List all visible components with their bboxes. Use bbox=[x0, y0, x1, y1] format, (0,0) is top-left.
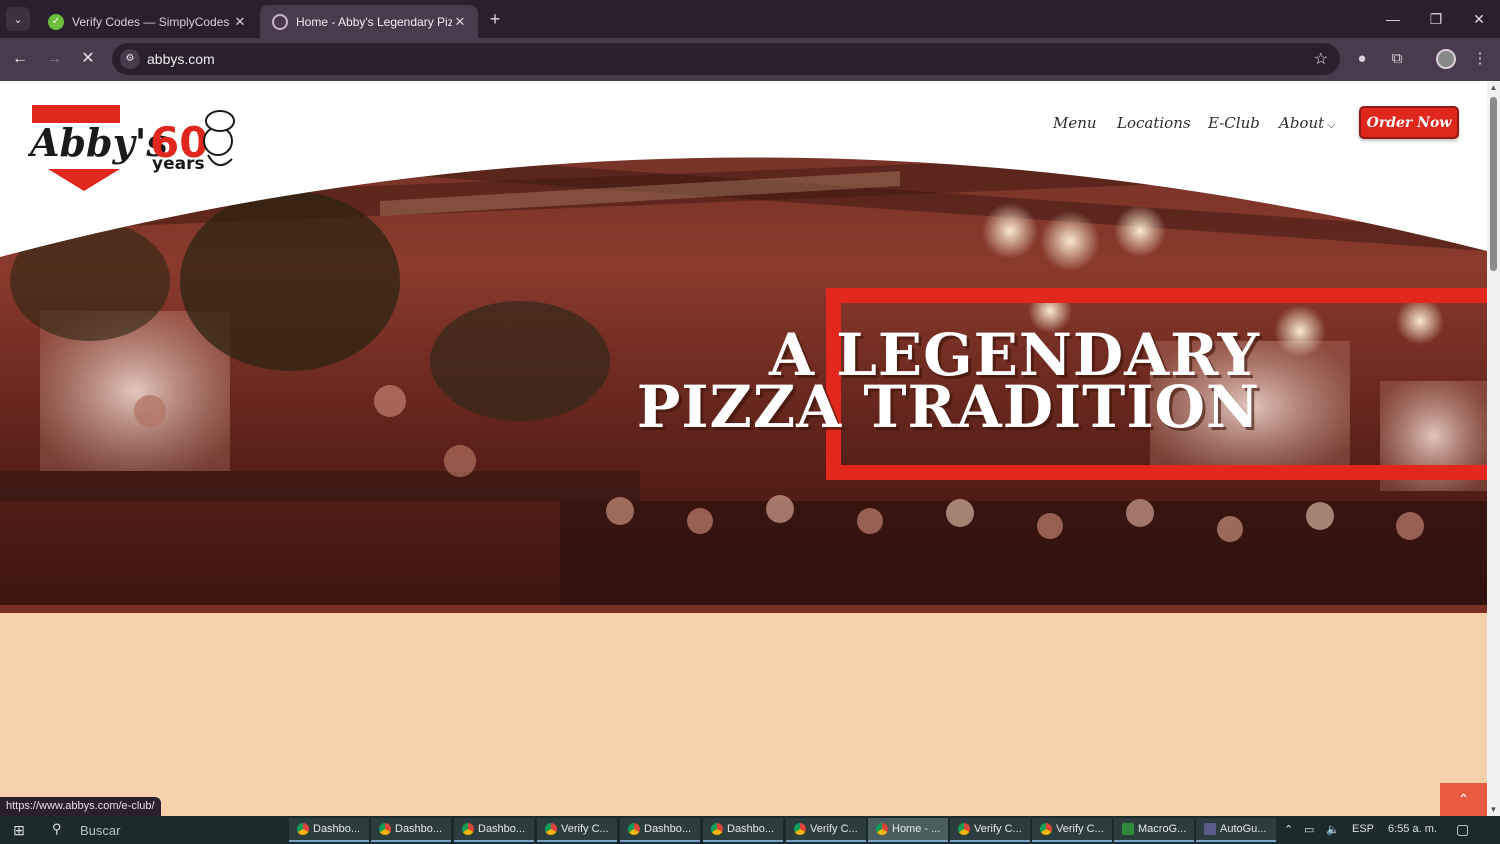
chrome-icon bbox=[794, 823, 806, 835]
loading-favicon-icon bbox=[272, 13, 288, 30]
taskbar-item[interactable]: Dashbo... bbox=[289, 818, 369, 842]
close-window-icon[interactable]: ✕ bbox=[1468, 8, 1490, 30]
stop-loading-icon[interactable]: ✕ bbox=[77, 48, 99, 70]
kebab-menu-icon[interactable]: ⋮ bbox=[1469, 48, 1491, 70]
link-status-url: https://www.abbys.com/e-club/ bbox=[0, 797, 161, 816]
browser-tabstrip: ⌄ ✓ Verify Codes — SimplyCodes ✕ Home - … bbox=[0, 0, 1500, 38]
hero-headline-line2: PIZZA TRADITION bbox=[636, 373, 1260, 441]
web-page: Abby's 60 years Menu Locations E-Club Ab… bbox=[0, 81, 1487, 816]
tab-search-chevron-icon[interactable]: ⌄ bbox=[6, 7, 30, 31]
taskbar-item[interactable]: Dashbo... bbox=[703, 818, 783, 842]
search-icon[interactable]: ⚲ bbox=[52, 821, 62, 837]
logo-anniversary-word: years bbox=[152, 154, 205, 174]
volume-icon[interactable]: 🔈 bbox=[1326, 823, 1340, 836]
page-scrollbar[interactable]: ▲ ▼ bbox=[1487, 81, 1500, 816]
back-arrow-icon[interactable]: ← bbox=[9, 48, 31, 70]
autogui-icon bbox=[1204, 823, 1216, 835]
scroll-up-arrow-icon[interactable]: ▲ bbox=[1489, 83, 1498, 92]
back-to-top-button[interactable]: ⌃ bbox=[1440, 783, 1487, 816]
taskbar-search-input[interactable]: Buscar bbox=[80, 823, 120, 838]
notifications-icon[interactable]: ▢ bbox=[1456, 821, 1469, 838]
taskbar-item[interactable]: AutoGu... bbox=[1196, 818, 1276, 842]
taskbar-item-label: AutoGu... bbox=[1220, 823, 1267, 835]
taskbar-item-label: Dashbo... bbox=[395, 823, 443, 835]
extension-blob-icon[interactable]: ● bbox=[1351, 48, 1373, 70]
site-info-icon[interactable]: ⚙ bbox=[120, 49, 140, 69]
taskbar-item[interactable]: Verify C... bbox=[950, 818, 1030, 842]
tab-close-icon[interactable]: ✕ bbox=[452, 14, 468, 30]
chrome-icon bbox=[1040, 823, 1052, 835]
new-tab-plus-icon[interactable]: + bbox=[484, 8, 506, 30]
chrome-icon bbox=[297, 823, 309, 835]
chrome-icon bbox=[379, 823, 391, 835]
taskbar-item[interactable]: Verify C... bbox=[786, 818, 866, 842]
clock[interactable]: 6:55 a. m. bbox=[1388, 823, 1437, 835]
macro-icon bbox=[1122, 823, 1134, 835]
address-bar-url[interactable]: abbys.com bbox=[147, 51, 215, 67]
chrome-icon bbox=[876, 823, 888, 835]
taskbar-item-label: Dashbo... bbox=[727, 823, 775, 835]
taskbar-item[interactable]: MacroG... bbox=[1114, 818, 1194, 842]
restore-icon[interactable]: ❐ bbox=[1425, 8, 1447, 30]
network-icon[interactable]: ▭ bbox=[1304, 823, 1314, 836]
start-windows-icon[interactable]: ⊞ bbox=[10, 822, 28, 838]
abbys-60-years-logo[interactable]: Abby's 60 years bbox=[28, 101, 243, 193]
taskbar-item[interactable]: Verify C... bbox=[1032, 818, 1112, 842]
nav-menu-link[interactable]: Menu bbox=[1053, 114, 1097, 132]
hero-headline: A LEGENDARY PIZZA TRADITION bbox=[560, 326, 1260, 441]
nav-about-label: About bbox=[1279, 114, 1325, 132]
taskbar-item[interactable]: Dashbo... bbox=[371, 818, 451, 842]
taskbar-item-label: Verify C... bbox=[561, 823, 609, 835]
taskbar-item-label: Dashbo... bbox=[478, 823, 526, 835]
taskbar-item-label: Verify C... bbox=[1056, 823, 1104, 835]
taskbar-item[interactable]: Verify C... bbox=[537, 818, 617, 842]
logo-wordmark: Abby's bbox=[28, 120, 168, 165]
tray-chevron-up-icon[interactable]: ⌃ bbox=[1284, 823, 1293, 836]
order-now-button[interactable]: Order Now bbox=[1359, 106, 1459, 139]
browser-toolbar: ← → ✕ ⚙ abbys.com ☆ ● ⧉ ⋮ bbox=[0, 38, 1500, 81]
chrome-icon bbox=[628, 823, 640, 835]
taskbar-item[interactable]: Dashbo... bbox=[454, 818, 534, 842]
tab-title: Verify Codes — SimplyCodes bbox=[72, 14, 230, 29]
chrome-icon bbox=[711, 823, 723, 835]
taskbar-item-active[interactable]: Home - ... bbox=[868, 818, 948, 842]
scrollbar-thumb[interactable] bbox=[1490, 97, 1497, 271]
taskbar-item-label: Verify C... bbox=[974, 823, 1022, 835]
chrome-icon bbox=[462, 823, 474, 835]
taskbar-item-label: Dashbo... bbox=[313, 823, 361, 835]
tab-abbys-home[interactable]: Home - Abby's Legendary Pizza ✕ bbox=[260, 5, 478, 38]
tab-verify-codes[interactable]: ✓ Verify Codes — SimplyCodes ✕ bbox=[36, 5, 258, 38]
bookmark-star-icon[interactable]: ☆ bbox=[1314, 49, 1328, 69]
taskbar-item-label: MacroG... bbox=[1138, 823, 1187, 835]
language-indicator[interactable]: ESP bbox=[1352, 823, 1374, 835]
extensions-puzzle-icon[interactable]: ⧉ bbox=[1386, 48, 1408, 70]
chrome-icon bbox=[545, 823, 557, 835]
profile-avatar[interactable] bbox=[1436, 49, 1456, 69]
address-bar[interactable]: ⚙ abbys.com ☆ bbox=[112, 43, 1340, 75]
nav-locations-link[interactable]: Locations bbox=[1117, 114, 1191, 132]
chevron-up-icon: ⌃ bbox=[1457, 791, 1470, 807]
taskbar-item-label: Home - ... bbox=[892, 823, 941, 835]
taskbar-item[interactable]: Dashbo... bbox=[620, 818, 700, 842]
forward-arrow-icon[interactable]: → bbox=[43, 48, 65, 70]
simplycodes-favicon-icon: ✓ bbox=[48, 13, 64, 30]
minimize-icon[interactable]: — bbox=[1382, 8, 1404, 30]
tab-title: Home - Abby's Legendary Pizza bbox=[296, 14, 452, 29]
scroll-down-arrow-icon[interactable]: ▼ bbox=[1489, 805, 1498, 814]
windows-taskbar: ⊞ ⚲ Buscar Dashbo... Dashbo... Dashbo...… bbox=[0, 816, 1500, 844]
taskbar-item-label: Dashbo... bbox=[644, 823, 692, 835]
chevron-down-icon: ⌵ bbox=[1327, 118, 1336, 131]
nav-eclub-link[interactable]: E-Club bbox=[1208, 114, 1260, 132]
tab-close-icon[interactable]: ✕ bbox=[232, 14, 248, 30]
taskbar-item-label: Verify C... bbox=[810, 823, 858, 835]
hero-bottom-band bbox=[0, 605, 1487, 613]
chrome-icon bbox=[958, 823, 970, 835]
nav-about-dropdown[interactable]: About ⌵ bbox=[1279, 114, 1336, 132]
